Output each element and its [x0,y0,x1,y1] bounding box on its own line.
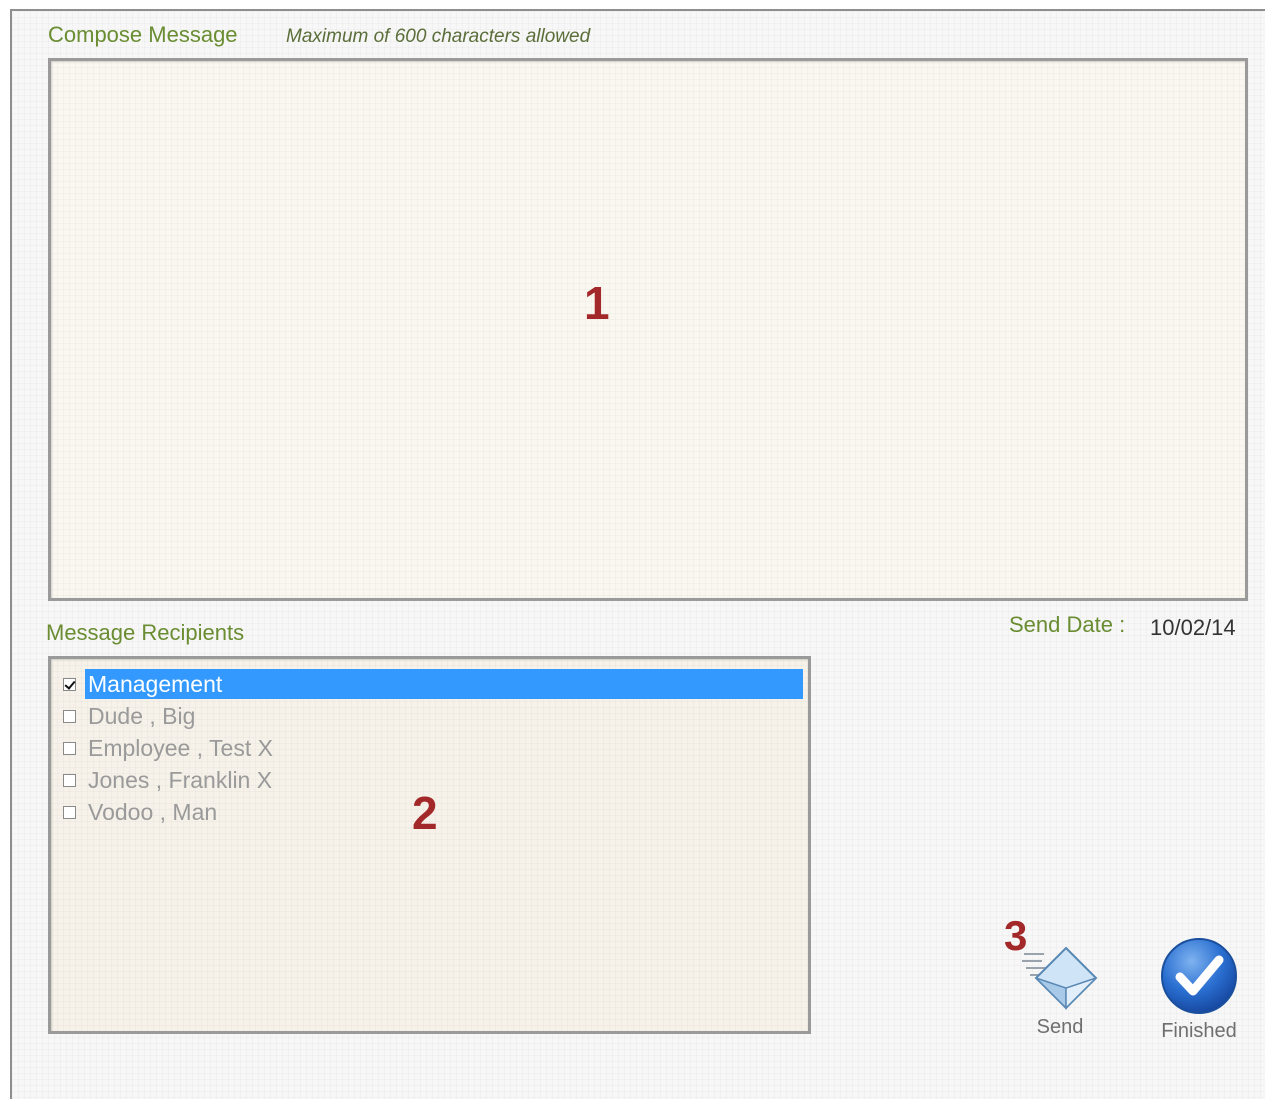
recipient-item-employee-test-x[interactable]: Employee , Test X [63,733,803,763]
character-limit-hint: Maximum of 600 characters allowed [286,26,591,47]
compose-message-title: Compose Message [48,22,238,47]
finished-button[interactable]: Finished [1150,936,1248,1043]
callout-2: 2 [412,787,438,839]
recipient-item-management[interactable]: Management [63,669,803,699]
recipient-label: Employee , Test X [88,735,273,761]
recipient-label: Dude , Big [88,703,196,729]
envelope-send-icon [1022,946,1098,1010]
recipient-checkbox[interactable] [63,773,76,787]
recipient-checkbox[interactable] [63,805,76,819]
message-input[interactable] [48,58,1248,601]
send-button[interactable]: Send [1014,944,1106,1039]
recipients-list[interactable]: Management Dude , Big Employee , Test X … [48,656,811,1034]
send-label: Send [1036,1016,1084,1038]
recipient-label: Vodoo , Man [88,799,218,825]
callout-1: 1 [584,277,610,329]
send-date-label: Send Date : [1009,612,1126,637]
recipient-checkbox[interactable] [63,741,76,755]
recipient-checkbox[interactable] [63,677,76,691]
checkmark-circle-icon [1161,938,1237,1014]
recipient-label: Management [85,669,803,699]
recipient-label: Jones , Franklin X [88,767,273,793]
message-recipients-title: Message Recipients [46,620,245,645]
finished-label: Finished [1161,1020,1237,1042]
recipient-checkbox[interactable] [63,709,76,723]
send-date-value: 10/02/14 [1150,615,1236,640]
recipient-item-dude-big[interactable]: Dude , Big [63,701,803,731]
